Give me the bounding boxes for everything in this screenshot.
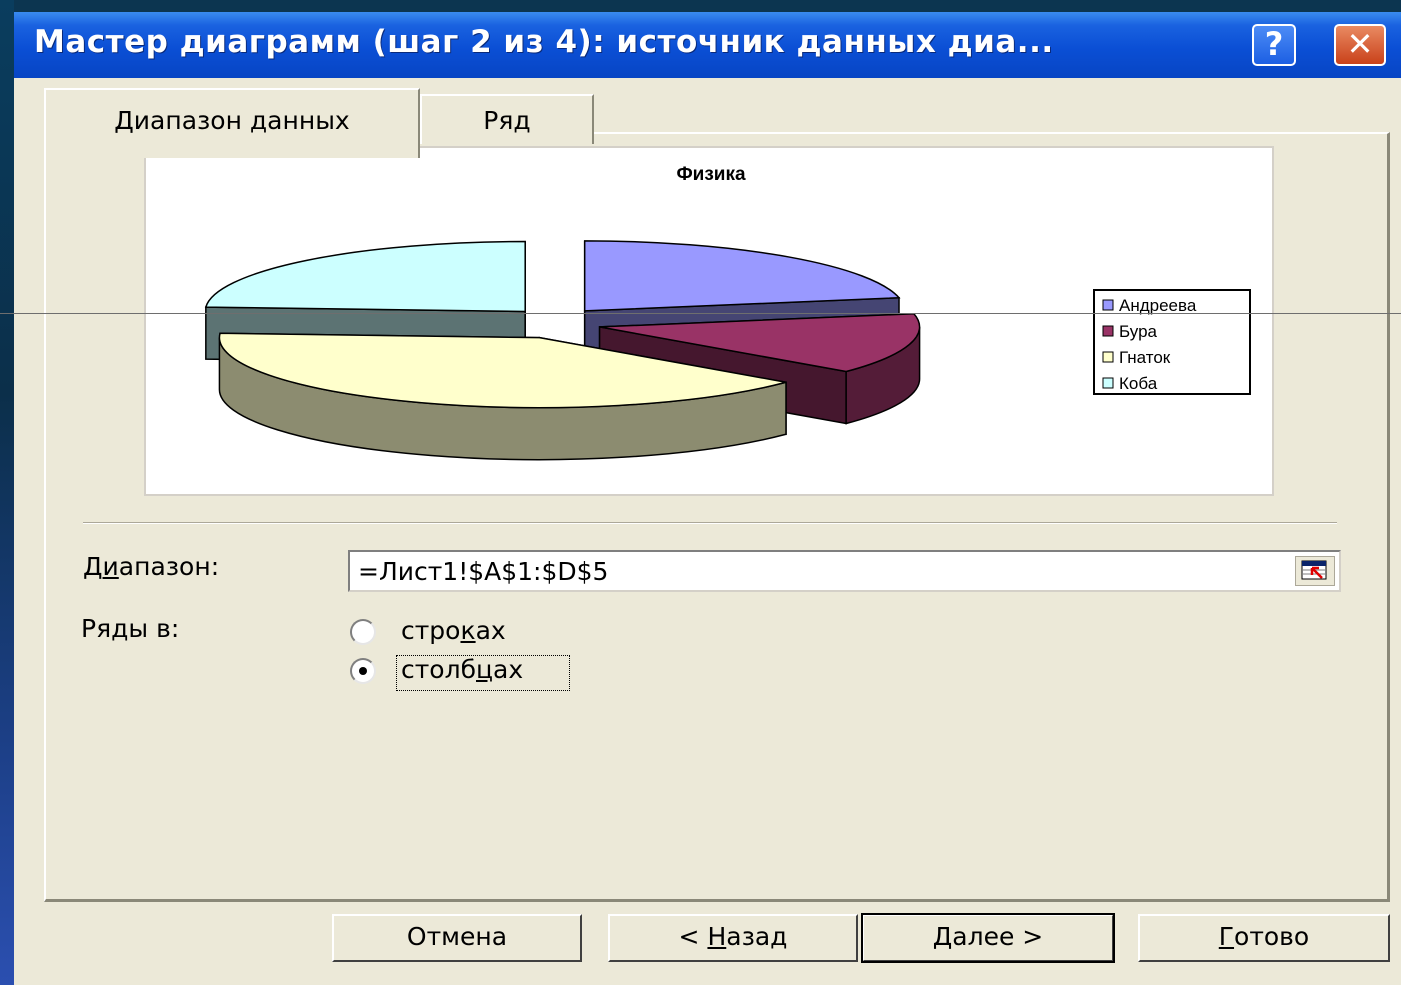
radio-rows-label[interactable]: строках bbox=[401, 616, 506, 645]
legend-label: Коба bbox=[1119, 374, 1158, 393]
window-title: Мастер диаграмм (шаг 2 из 4): источник д… bbox=[34, 24, 1054, 60]
pie-slice bbox=[204, 240, 526, 313]
finish-button[interactable]: Готово bbox=[1138, 914, 1390, 962]
cancel-button[interactable]: Отмена bbox=[332, 914, 582, 962]
legend-swatch bbox=[1102, 325, 1114, 337]
range-value: =Лист1!$A$1:$D$5 bbox=[358, 557, 609, 586]
next-button[interactable]: Далее > bbox=[861, 913, 1115, 963]
chart-title: Физика bbox=[676, 164, 746, 185]
radio-columns[interactable] bbox=[350, 658, 376, 684]
title-bar[interactable]: Мастер диаграмм (шаг 2 из 4): источник д… bbox=[14, 12, 1401, 78]
range-select-icon bbox=[1301, 560, 1327, 580]
chart-preview: Физика Андреева Бура Гнаток Коба bbox=[144, 146, 1274, 496]
legend-swatch bbox=[1102, 377, 1114, 389]
collapse-dialog-button[interactable] bbox=[1295, 556, 1335, 586]
series-in-label: Ряды в: bbox=[81, 614, 180, 643]
radio-columns-label[interactable]: столбцах bbox=[401, 655, 523, 684]
chart-svg: Физика АндрееваБураГнатокКоба bbox=[204, 164, 1251, 461]
desktop-background bbox=[0, 0, 14, 985]
legend-swatch bbox=[1102, 299, 1114, 311]
legend-label: Бура bbox=[1119, 322, 1158, 341]
tab-data-range[interactable]: Диапазон данных bbox=[44, 88, 420, 158]
radio-selected-dot bbox=[359, 667, 367, 675]
pie-slice bbox=[583, 240, 901, 312]
help-button[interactable]: ? bbox=[1252, 24, 1296, 66]
legend-label: Гнаток bbox=[1119, 348, 1171, 367]
range-input[interactable]: =Лист1!$A$1:$D$5 bbox=[348, 550, 1341, 592]
chart-legend: АндрееваБураГнатокКоба bbox=[1093, 289, 1251, 395]
pie-chart bbox=[204, 240, 921, 461]
legend-swatch bbox=[1102, 351, 1114, 363]
range-label: Диапазон: bbox=[83, 552, 220, 581]
radio-rows[interactable] bbox=[350, 619, 376, 645]
close-icon: ✕ bbox=[1346, 25, 1374, 63]
tab-series[interactable]: Ряд bbox=[420, 94, 594, 144]
close-button[interactable]: ✕ bbox=[1334, 24, 1386, 66]
chart-wizard-dialog: Мастер диаграмм (шаг 2 из 4): источник д… bbox=[14, 12, 1401, 985]
horizontal-artifact-line bbox=[0, 313, 1401, 314]
back-button[interactable]: < Назад bbox=[608, 914, 858, 962]
